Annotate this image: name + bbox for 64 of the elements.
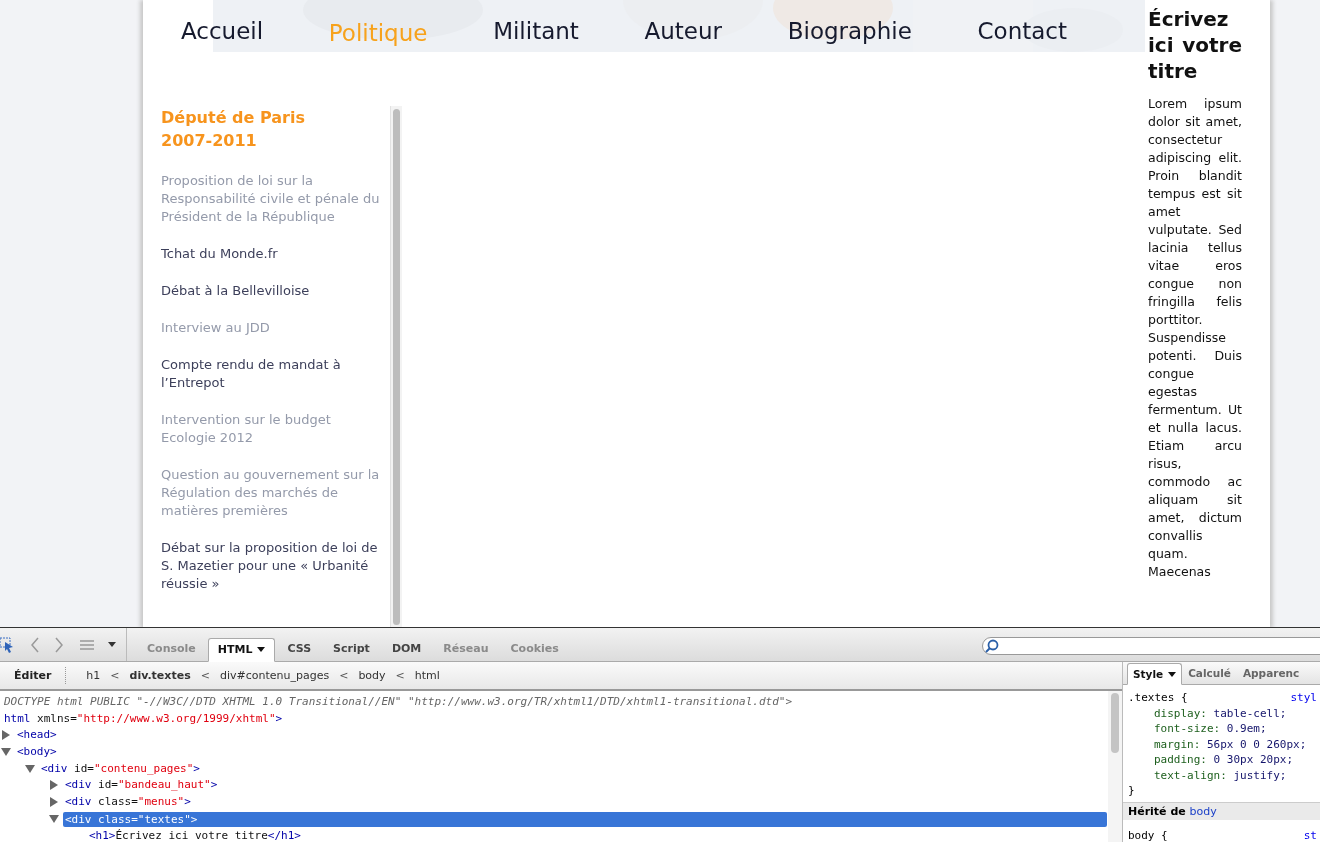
css-brace: } (1128, 783, 1136, 799)
css-selector: .textes { (1128, 690, 1188, 706)
tree-toggle[interactable] (49, 797, 59, 808)
tree-node[interactable]: <body> (15, 744, 59, 760)
inherited-label: Hérité de (1128, 804, 1186, 818)
css-declaration: font-size: 0.9em; (1153, 721, 1268, 737)
nav-link[interactable]: Auteur (644, 16, 723, 48)
css-declaration: display: table-cell; (1153, 705, 1288, 721)
edit-button[interactable]: Éditer (0, 667, 67, 684)
breadcrumb-link[interactable]: body (358, 669, 386, 682)
breadcrumb-link[interactable]: html (414, 669, 440, 682)
tree-node[interactable]: DOCTYPE html PUBLIC "-//W3C//DTD XHTML 1.0 Transitional//EN" "http://www.w3.org/TR/xhtml1/DTD/xhtml1-transitional.dtd"> (2, 694, 795, 709)
scrollbar[interactable] (390, 106, 402, 627)
tree-node[interactable]: html xmlns="http://www.w3.org/1999/xhtml"> (2, 710, 285, 726)
css-declaration: padding: 0 30px 20px; (1153, 752, 1295, 768)
tree-node[interactable]: <div id="bandeau_haut"> (63, 777, 220, 793)
nav-link[interactable]: Biographie (787, 16, 912, 48)
tree-toggle[interactable] (1, 747, 11, 758)
scrollbar[interactable] (1108, 691, 1122, 842)
panel-tab[interactable]: Script (323, 637, 380, 661)
inherited-link[interactable]: body (1189, 804, 1217, 818)
breadcrumb-link[interactable]: div#contenu_pages (219, 669, 330, 682)
panel-tab[interactable]: Calculé (1182, 662, 1237, 684)
css-declaration: text-align: justify; (1153, 767, 1288, 783)
tree-node[interactable]: <div class="textes"> (63, 811, 1107, 827)
article-title: Écrivez ici votre titre (1148, 6, 1242, 84)
panel-tab[interactable]: Style (1127, 663, 1183, 685)
sidebar-heading: Député de Paris 2007-2011 (161, 107, 306, 152)
caret-icon[interactable] (108, 642, 116, 647)
tree-node[interactable]: <div id="contenu_pages"> (39, 760, 202, 776)
search-field[interactable] (982, 637, 1320, 655)
css-selector: body { (1128, 827, 1168, 842)
sidebar-link[interactable]: Tchat du Monde.fr (161, 245, 383, 263)
caret-icon[interactable] (1168, 671, 1177, 677)
panel-tab[interactable]: HTML (207, 638, 276, 662)
tree-node[interactable]: <h1>Écrivez ici votre titre</h1> (87, 827, 303, 842)
tree-toggle[interactable] (49, 780, 59, 791)
panel-tab[interactable]: CSS (277, 637, 322, 661)
breadcrumb-separator: < (395, 669, 405, 682)
tree-node[interactable]: <head> (15, 727, 59, 743)
nav-link[interactable]: Militant (493, 16, 579, 48)
breadcrumb-separator: < (200, 669, 210, 682)
tree-toggle[interactable] (49, 813, 59, 824)
breadcrumb-link[interactable]: div.textes (129, 669, 191, 682)
panel-tab[interactable]: DOM (381, 637, 432, 661)
source-link[interactable]: styl (1290, 690, 1317, 706)
panel-tab[interactable]: Apparenc (1236, 662, 1306, 684)
tree-node[interactable]: <div class="menus"> (63, 794, 193, 810)
article-text: Lorem ipsum dolor sit amet, consectetur adipiscing elit. Proin blandit tempus est sit amet vulputate. Sed lacinia tellus vitae eros congue non fringilla felis porttitor. Suspendisse potenti. Duis congue egestas fermentum. Ut et nulla lacus. Etiam arcu risus, commodo ac aliquam sit amet, dictum convallis quam. Maecenas (1148, 95, 1242, 581)
css-declaration: margin: 56px 0 0 260px; (1153, 736, 1308, 752)
sidebar-link[interactable]: Compte rendu de mandat à l’Entrepot (161, 356, 383, 392)
nav-link[interactable]: Accueil (181, 16, 264, 48)
breadcrumb-separator: < (339, 669, 349, 682)
nav-link[interactable]: Contact (977, 16, 1067, 48)
tree-toggle[interactable] (25, 763, 35, 774)
search-icon (985, 639, 999, 653)
sidebar-link[interactable]: Débat sur la proposition de loi de S. Mazetier pour une « Urbanité réussie » (161, 539, 383, 593)
sidebar-link[interactable]: Débat à la Bellevilloise (161, 282, 383, 300)
source-link[interactable]: st (1303, 827, 1317, 842)
breadcrumb-link[interactable]: h1 (86, 669, 101, 682)
caret-icon[interactable] (257, 647, 266, 652)
tree-toggle[interactable] (1, 730, 11, 741)
inspect-icon[interactable] (0, 636, 14, 653)
breadcrumb-separator: < (110, 669, 120, 682)
